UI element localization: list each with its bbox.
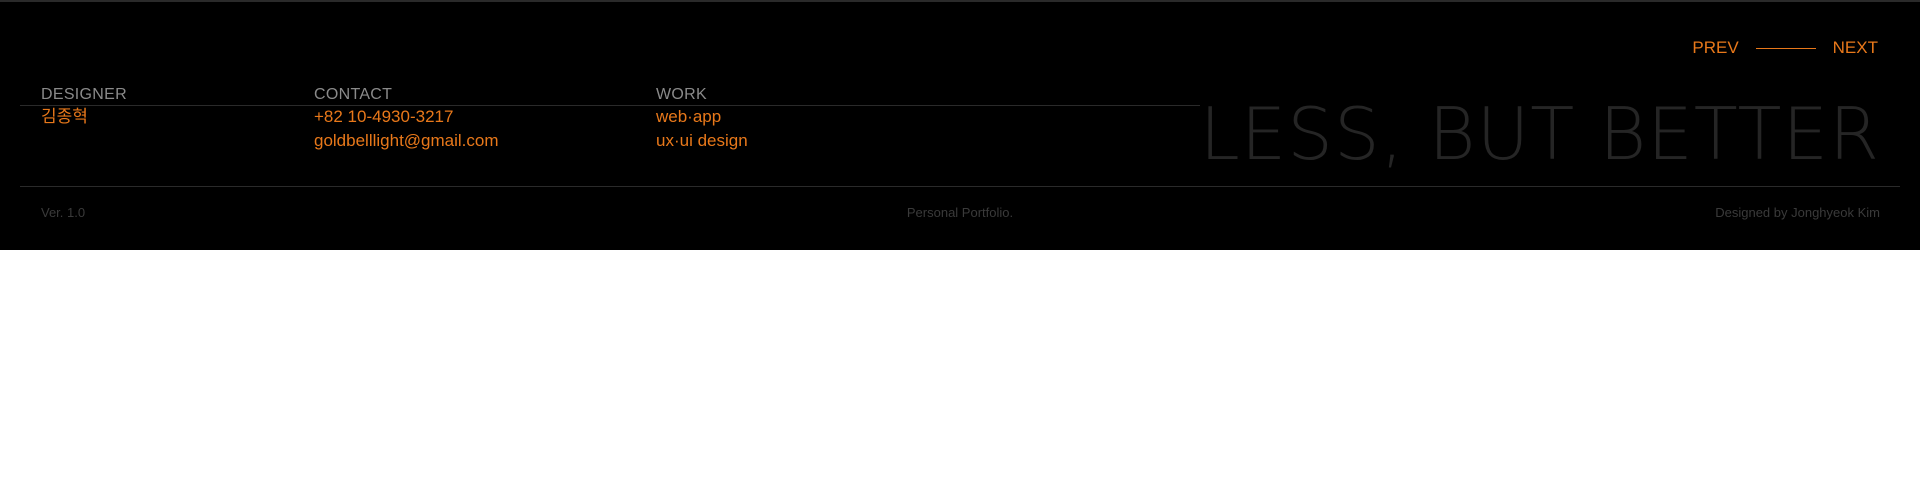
credit-label: Designed by Jonghyeok Kim bbox=[1715, 205, 1880, 220]
designer-column: DESIGNER 김종혁 bbox=[41, 85, 127, 129]
contact-email[interactable]: goldbelllight@gmail.com bbox=[314, 129, 499, 153]
info-divider bbox=[20, 105, 1200, 106]
page-nav: PREV NEXT bbox=[1692, 38, 1878, 58]
work-heading: WORK bbox=[656, 86, 707, 103]
designer-heading: DESIGNER bbox=[41, 86, 127, 103]
next-link[interactable]: NEXT bbox=[1833, 38, 1878, 58]
work-item: ux·ui design bbox=[656, 131, 748, 150]
designer-name: 김종혁 bbox=[41, 107, 88, 126]
site-footer: PREV NEXT DESIGNER 김종혁 CONTACT +82 10-49… bbox=[0, 0, 1920, 250]
work-item: web·app bbox=[656, 107, 722, 126]
slogan-text: LESS, BUT BETTER bbox=[1199, 92, 1880, 176]
portfolio-label: Personal Portfolio. bbox=[906, 205, 1014, 220]
nav-divider-line bbox=[1755, 47, 1816, 49]
contact-column: CONTACT +82 10-4930-3217 goldbelllight@g… bbox=[314, 85, 499, 153]
contact-phone[interactable]: +82 10-4930-3217 bbox=[314, 105, 499, 129]
prev-link[interactable]: PREV bbox=[1692, 38, 1738, 58]
bottom-divider bbox=[20, 186, 1900, 187]
contact-heading: CONTACT bbox=[314, 86, 393, 103]
work-column: WORK web·app ux·ui design bbox=[656, 85, 748, 153]
